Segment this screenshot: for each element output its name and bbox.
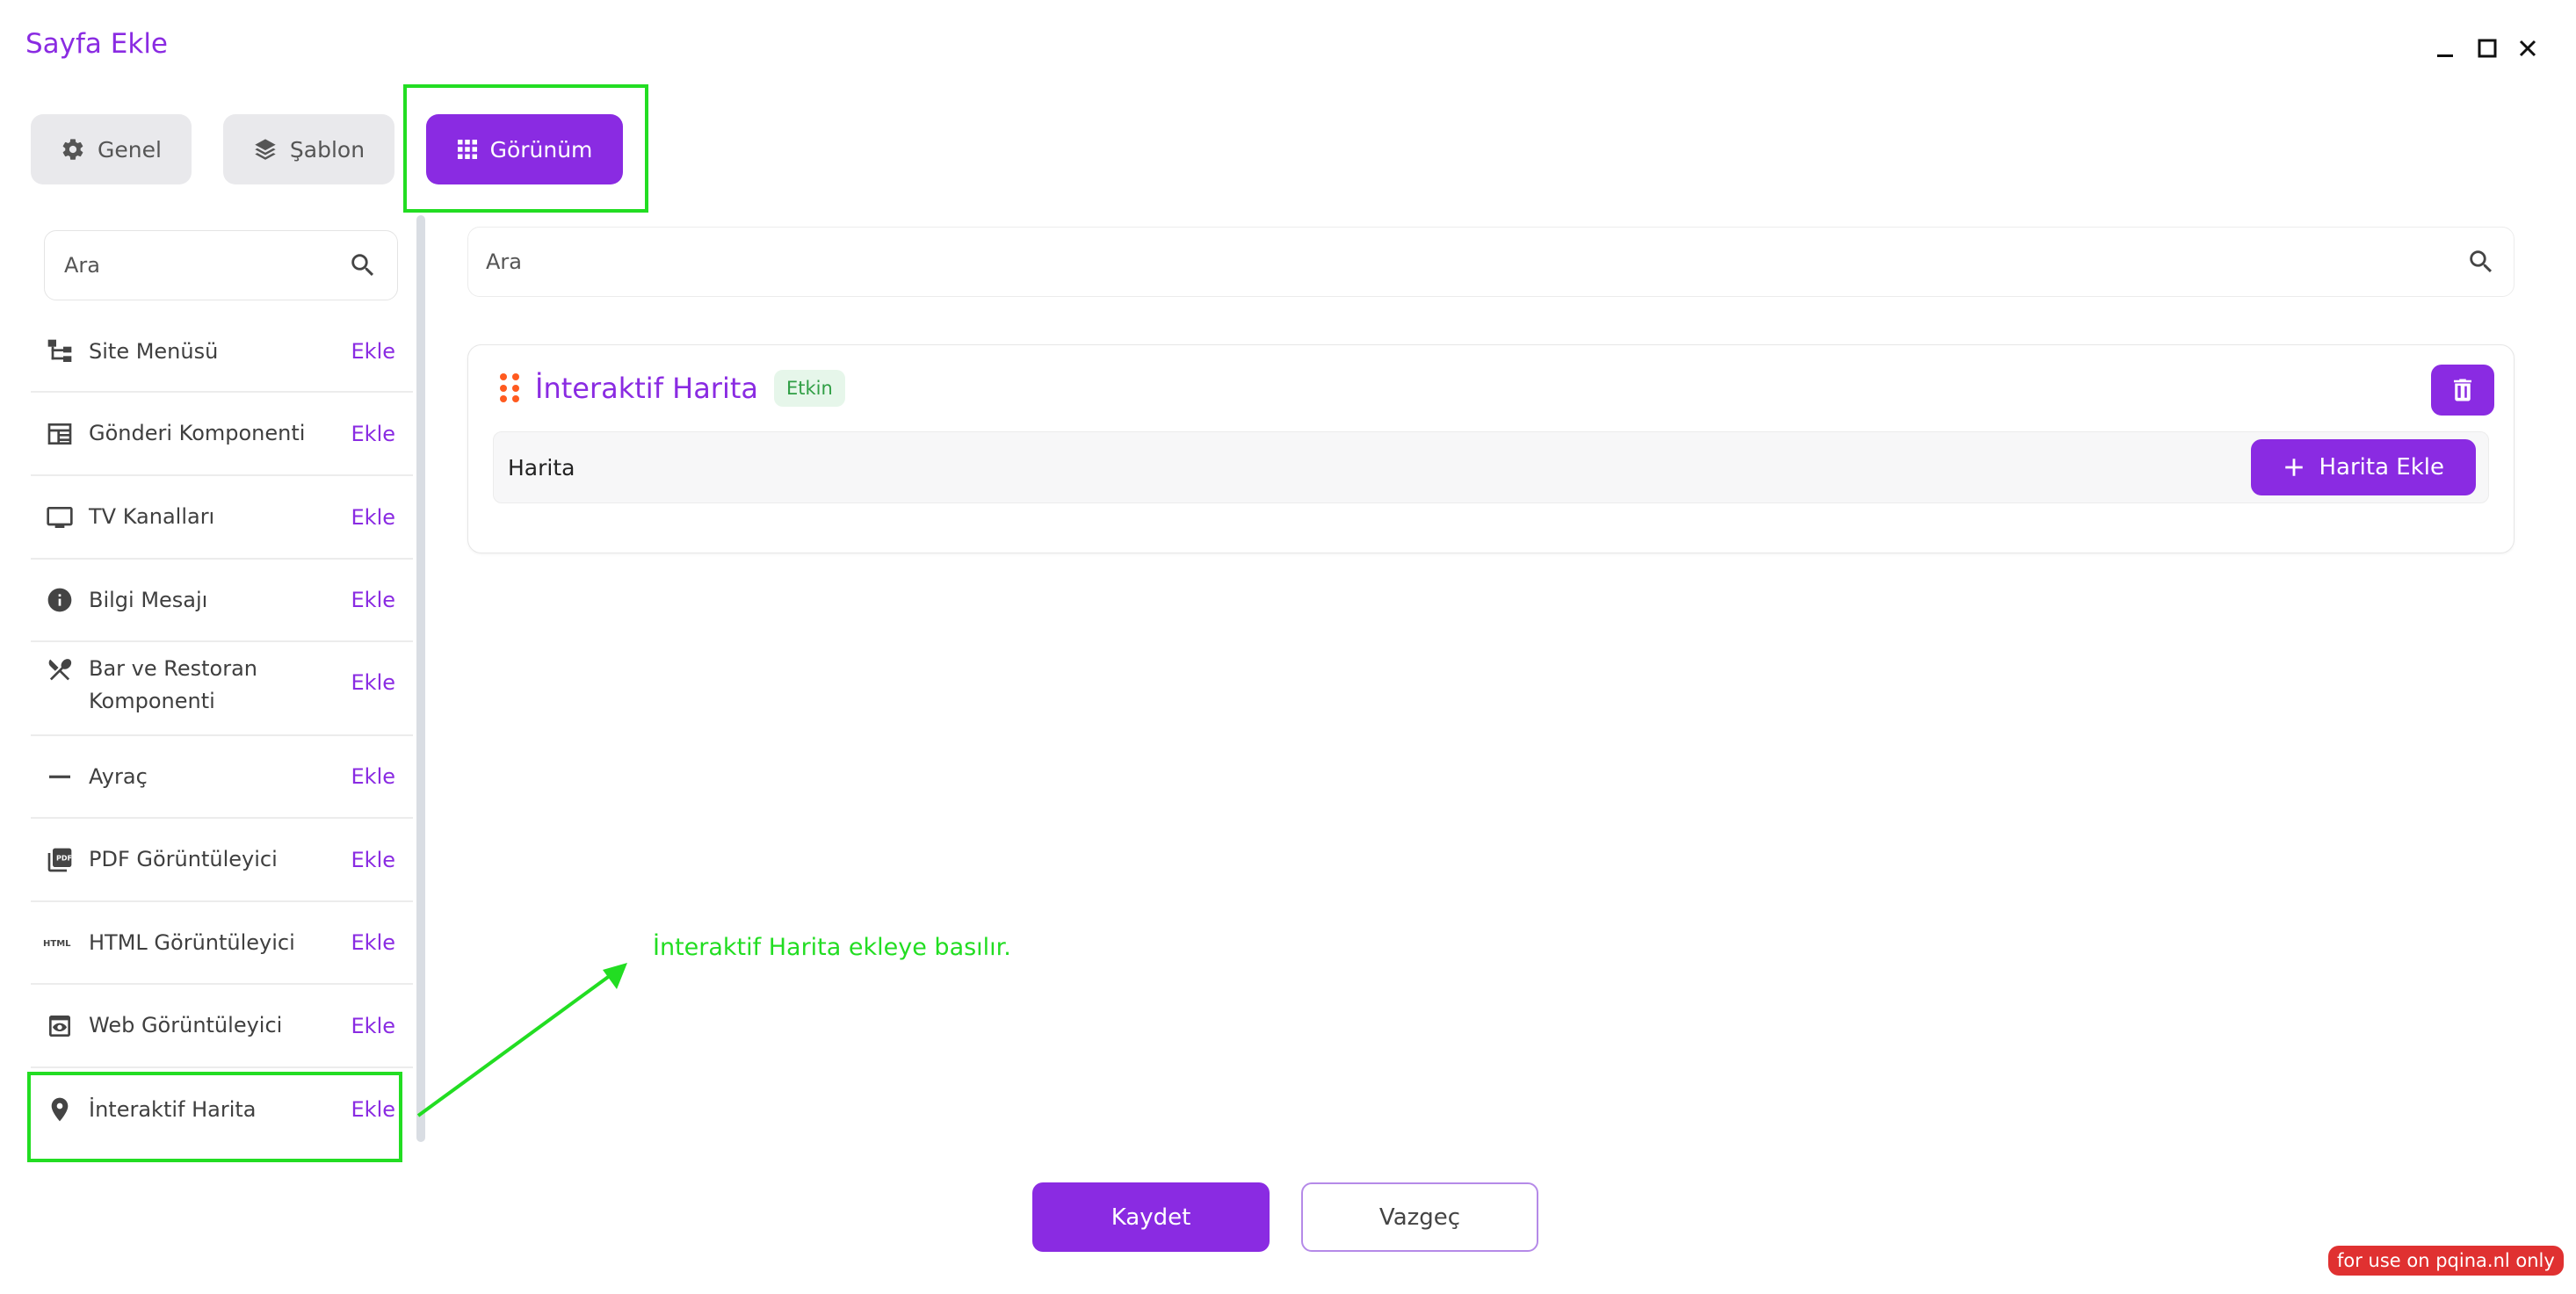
- list-item[interactable]: Web Görüntüleyici Ekle: [31, 985, 413, 1068]
- search-icon: [2470, 250, 2493, 273]
- maximize-button[interactable]: [2474, 35, 2500, 61]
- list-item-label: Bar ve Restoran Komponenti: [89, 656, 258, 713]
- list-item-label: Web Görüntüleyici: [89, 1013, 283, 1037]
- post-icon: [43, 417, 76, 451]
- html-icon: HTML: [43, 926, 76, 959]
- add-link[interactable]: Ekle: [351, 422, 396, 446]
- list-item[interactable]: Gönderi Komponenti Ekle: [31, 393, 413, 476]
- list-item[interactable]: HTML HTML Görüntüleyici Ekle: [31, 902, 413, 985]
- add-link[interactable]: Ekle: [351, 505, 396, 530]
- component-list: Site Menüsü Ekle Gönderi Komponenti Ekle…: [31, 312, 413, 1151]
- add-map-button[interactable]: Harita Ekle: [2250, 439, 2476, 495]
- list-item-label: HTML Görüntüleyici: [89, 929, 295, 955]
- save-button[interactable]: Kaydet: [1032, 1182, 1270, 1252]
- map-row: Harita Harita Ekle: [493, 431, 2489, 503]
- cancel-button[interactable]: Vazgeç: [1301, 1182, 1538, 1252]
- highlight-tab-gorunum: [403, 84, 648, 213]
- minimize-button[interactable]: [2432, 35, 2458, 61]
- add-link[interactable]: Ekle: [351, 670, 396, 695]
- list-item-label: TV Kanalları: [89, 504, 215, 529]
- component-card: İnteraktif Harita Etkin Harita Harita Ek…: [467, 344, 2514, 553]
- tab-sablon[interactable]: Şablon: [223, 114, 394, 184]
- pdf-icon: PDF: [43, 843, 76, 877]
- add-link[interactable]: Ekle: [351, 588, 396, 612]
- list-item[interactable]: Bilgi Mesajı Ekle: [31, 560, 413, 642]
- plus-icon: [2284, 459, 2303, 476]
- add-link[interactable]: Ekle: [351, 764, 396, 789]
- add-link[interactable]: Ekle: [351, 1014, 396, 1038]
- gear-icon: [62, 139, 83, 160]
- svg-text:HTML: HTML: [43, 939, 71, 949]
- list-item-label: PDF Görüntüleyici: [89, 847, 278, 871]
- window-title: Sayfa Ekle: [25, 28, 169, 60]
- left-search-input[interactable]: Ara: [44, 230, 398, 300]
- list-item[interactable]: TV Kanalları Ekle: [31, 476, 413, 560]
- layers-icon: [255, 139, 276, 160]
- list-item[interactable]: Bar ve Restoran Komponenti Ekle: [31, 642, 413, 736]
- search-placeholder: Ara: [486, 249, 522, 274]
- close-button[interactable]: [2514, 35, 2541, 61]
- close-icon: [2519, 40, 2536, 57]
- watermark-badge: for use on pqina.nl only: [2328, 1246, 2564, 1276]
- add-map-button-label: Harita Ekle: [2319, 454, 2445, 481]
- card-header: İnteraktif Harita Etkin: [500, 370, 845, 407]
- card-title: İnteraktif Harita: [535, 372, 758, 405]
- highlight-list-item: [27, 1072, 402, 1162]
- drag-handle-icon[interactable]: [500, 373, 519, 403]
- search-icon: [351, 254, 374, 277]
- svg-text:PDF: PDF: [56, 854, 72, 862]
- add-link[interactable]: Ekle: [351, 339, 396, 364]
- delete-button[interactable]: [2431, 365, 2494, 416]
- map-row-label: Harita: [508, 454, 575, 481]
- utensils-icon: [43, 653, 76, 686]
- annotation-arrow-icon: [416, 963, 627, 1117]
- dialog-window: Sayfa Ekle Genel Şablon Görünüm Ara Site…: [0, 0, 2576, 1294]
- list-item-label: Ayraç: [89, 763, 148, 789]
- status-badge: Etkin: [774, 370, 845, 407]
- info-icon: [43, 583, 76, 617]
- add-link[interactable]: Ekle: [351, 930, 396, 955]
- tab-genel[interactable]: Genel: [31, 114, 192, 184]
- maximize-icon: [2478, 39, 2497, 58]
- sitemap-icon: [43, 335, 76, 368]
- add-link[interactable]: Ekle: [351, 848, 396, 872]
- list-item-label: Site Menüsü: [89, 338, 219, 364]
- list-item[interactable]: Site Menüsü Ekle: [31, 312, 413, 393]
- tab-label: Genel: [98, 136, 162, 163]
- list-item-label: Bilgi Mesajı: [89, 587, 208, 612]
- divider-icon: [43, 760, 76, 793]
- list-item-label: Gönderi Komponenti: [89, 421, 306, 445]
- minimize-icon: [2437, 54, 2453, 57]
- search-placeholder: Ara: [64, 253, 100, 278]
- tv-icon: [43, 501, 76, 534]
- web-view-icon: [43, 1009, 76, 1043]
- annotation-text: İnteraktif Harita ekleye basılır.: [653, 934, 1011, 961]
- list-item[interactable]: Ayraç Ekle: [31, 736, 413, 819]
- list-item[interactable]: PDF PDF Görüntüleyici Ekle: [31, 819, 413, 902]
- trash-icon: [2454, 379, 2471, 401]
- right-search-input[interactable]: Ara: [467, 227, 2514, 297]
- tab-label: Şablon: [289, 136, 365, 163]
